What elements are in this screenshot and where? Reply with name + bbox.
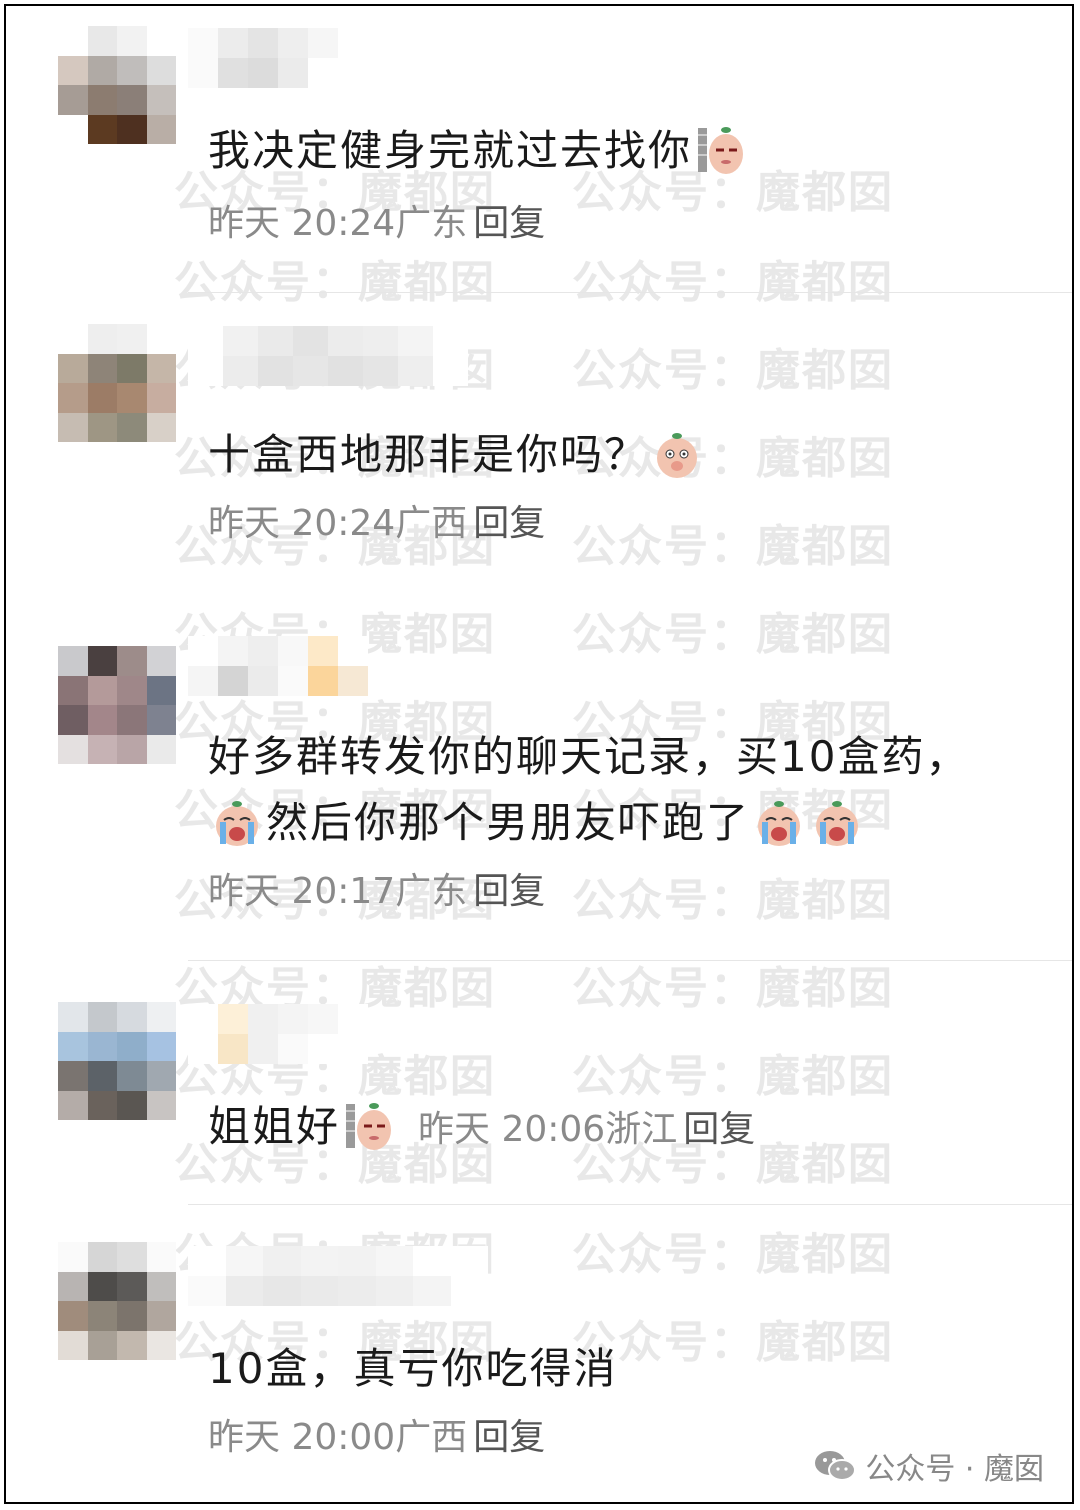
- comment-meta: 昨天 20:00广西 回复: [208, 1408, 545, 1460]
- watermark-text: 公众号：魔都囡: [572, 1051, 894, 1102]
- divider: [188, 1204, 1072, 1205]
- watermark-text: 公众号：魔都囡: [572, 1229, 894, 1280]
- watermark-text: 公众号：魔都囡: [572, 1317, 894, 1368]
- comment-time: 昨天 20:00: [208, 1417, 396, 1458]
- comment-text-line1: 好多群转发你的聊天记录，买10盒药，: [208, 732, 970, 781]
- watermark-text: 公众号：魔都囡: [572, 521, 894, 572]
- avatar[interactable]: [58, 1242, 176, 1360]
- comment-location: 广西: [395, 503, 468, 544]
- comment-location: 广东: [395, 203, 468, 244]
- watermark-text: 公众号：魔都囡: [572, 963, 894, 1014]
- footer-label: 公众号 · 魔囡: [865, 1452, 1044, 1487]
- comment-location: 广东: [395, 871, 468, 912]
- reply-button[interactable]: 回复: [473, 203, 545, 244]
- nickname-blurred: [188, 28, 368, 88]
- crying-peanut-emoji: [216, 800, 258, 846]
- nickname-blurred: [188, 326, 468, 386]
- comment-meta: 昨天 20:17广东 回复: [208, 862, 545, 914]
- reply-button[interactable]: 回复: [473, 1417, 545, 1458]
- nickname-blurred: [188, 1246, 488, 1306]
- crying-peanut-emoji: [758, 800, 801, 846]
- nickname-blurred: [188, 636, 368, 696]
- nickname-blurred: [188, 1004, 368, 1064]
- watermark-text: 公众号：魔都囡: [572, 609, 894, 660]
- reply-button[interactable]: 回复: [473, 503, 545, 544]
- comment-text: 姐姐好 昨天 20:06浙江 回复: [208, 1096, 755, 1161]
- reply-button[interactable]: 回复: [683, 1109, 755, 1150]
- divider: [188, 960, 1072, 961]
- comment-text: 十盒西地那非是你吗？: [208, 424, 706, 486]
- comment-location: 浙江: [605, 1109, 678, 1150]
- watermark-text: 公众号：魔都囡: [572, 875, 894, 926]
- avatar[interactable]: [58, 646, 176, 764]
- footer-watermark: 公众号 · 魔囡: [813, 1444, 1044, 1488]
- watermark-text: 公众号：魔都囡: [572, 257, 894, 308]
- wechat-icon: [815, 1451, 857, 1481]
- comment-text-line2: 然后你那个男朋友吓跑了: [208, 792, 866, 854]
- reply-button[interactable]: 回复: [473, 871, 545, 912]
- comment-meta: 昨天 20:24广东 回复: [208, 194, 545, 246]
- crying-peanut-emoji: [816, 800, 859, 846]
- shy-peanut-emoji: [657, 432, 698, 478]
- watermark-text: 公众号：魔都囡: [174, 257, 496, 308]
- comment-text: 我决定健身完就过去找你: [208, 120, 750, 182]
- smug-peanut-emoji: [346, 1102, 392, 1150]
- avatar[interactable]: [58, 1002, 176, 1120]
- comment-text: 10盒，真亏你吃得消: [208, 1344, 618, 1393]
- comment-time: 昨天 20:24: [208, 503, 396, 544]
- watermark-text: 公众号：魔都囡: [572, 345, 894, 396]
- comment-time: 昨天 20:06: [418, 1109, 606, 1150]
- comment-list-frame: 公众号：魔都囡 公众号：魔都囡 公众号：魔都囡 公众号：魔都囡 公众号：魔都囡 公众号：魔…: [4, 4, 1074, 1504]
- comment-meta: 昨天 20:24广西 回复: [208, 494, 545, 546]
- avatar[interactable]: [58, 26, 176, 144]
- avatar[interactable]: [58, 324, 176, 442]
- smug-peanut-emoji: [698, 126, 744, 174]
- divider: [188, 292, 1072, 293]
- comment-location: 广西: [395, 1417, 468, 1458]
- comment-time: 昨天 20:17: [208, 871, 396, 912]
- comment-meta: 昨天 20:06浙江 回复: [418, 1109, 755, 1150]
- comment-time: 昨天 20:24: [208, 203, 396, 244]
